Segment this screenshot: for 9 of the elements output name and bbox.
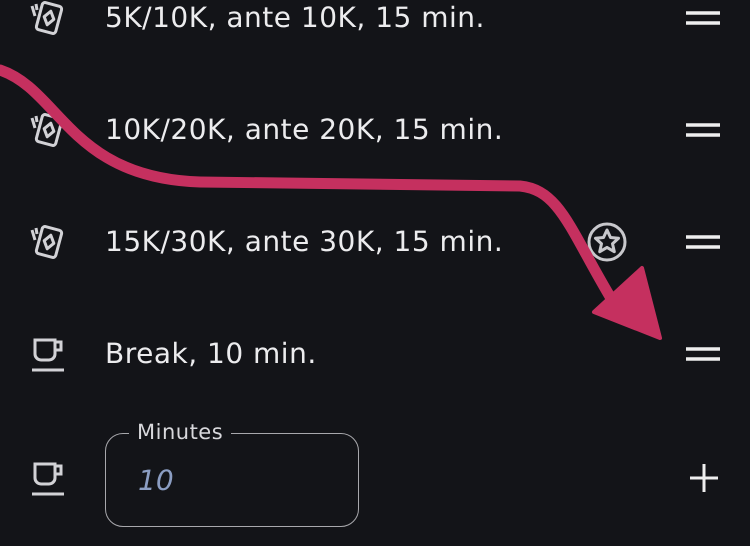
row-text: Break, 10 min. bbox=[105, 336, 317, 372]
drag-handle-icon[interactable] bbox=[686, 234, 720, 250]
drag-handle-icon[interactable] bbox=[686, 122, 720, 138]
row-text: 15K/30K, ante 30K, 15 min. bbox=[105, 224, 504, 260]
row-text: 5K/10K, ante 10K, 15 min. bbox=[105, 0, 485, 36]
drag-handle-icon[interactable] bbox=[686, 346, 720, 362]
row-text: 10K/20K, ante 20K, 15 min. bbox=[105, 112, 504, 148]
add-icon[interactable] bbox=[688, 462, 720, 494]
drag-handle-icon[interactable] bbox=[686, 10, 720, 26]
